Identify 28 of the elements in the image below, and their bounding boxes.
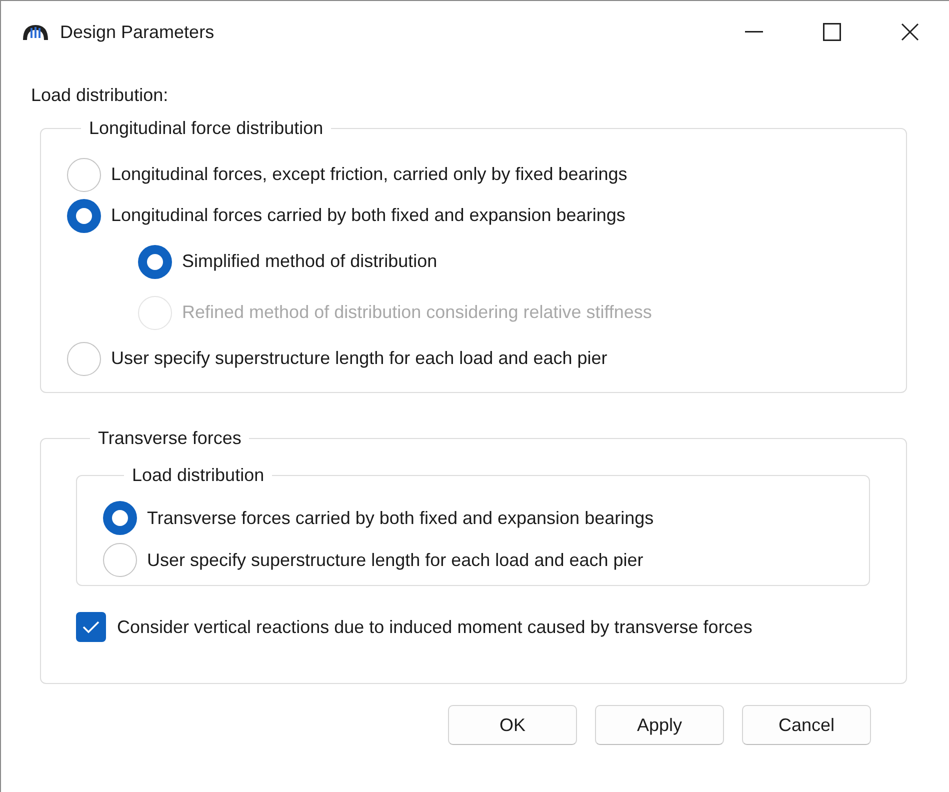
group-title: Longitudinal force distribution bbox=[88, 117, 324, 140]
checkbox[interactable] bbox=[76, 612, 106, 642]
radio-label: Longitudinal forces, except friction, carried only by fixed bearings bbox=[111, 163, 628, 186]
maximize-icon bbox=[823, 23, 841, 41]
window-title: Design Parameters bbox=[60, 20, 214, 44]
radio-button[interactable] bbox=[67, 198, 101, 232]
group-title: Transverse forces bbox=[97, 427, 242, 450]
minimize-icon bbox=[745, 31, 763, 33]
checkmark-icon bbox=[82, 620, 100, 634]
checkbox-label: Consider vertical reactions due to induced moment caused by transverse forces bbox=[117, 616, 752, 639]
radio-button[interactable] bbox=[103, 543, 137, 577]
close-icon bbox=[901, 23, 919, 41]
radio-label: Refined method of distribution considering relative stiffness bbox=[182, 301, 652, 324]
radio-label: User specify superstructure length for each load and each pier bbox=[111, 347, 608, 370]
dialog-button[interactable]: Cancel bbox=[742, 705, 871, 745]
radio-button[interactable] bbox=[67, 158, 101, 192]
radio-button[interactable] bbox=[138, 244, 172, 278]
radio-label: Simplified method of distribution bbox=[182, 250, 438, 273]
radio-label: Transverse forces carried by both fixed and expansion bearings bbox=[147, 506, 654, 530]
radio-label: User specify superstructure length for each load and each pier bbox=[147, 548, 644, 572]
radio-button[interactable] bbox=[67, 342, 101, 376]
group-title: Load distribution bbox=[131, 464, 266, 487]
section-label: Load distribution: bbox=[31, 84, 170, 107]
dialog-button[interactable]: Apply bbox=[595, 705, 724, 745]
bridge-arch-icon bbox=[22, 22, 49, 42]
radio-label: Longitudinal forces carried by both fixed and expansion bearings bbox=[111, 204, 626, 227]
dialog-button[interactable]: OK bbox=[448, 705, 577, 745]
radio-button[interactable] bbox=[103, 501, 137, 535]
